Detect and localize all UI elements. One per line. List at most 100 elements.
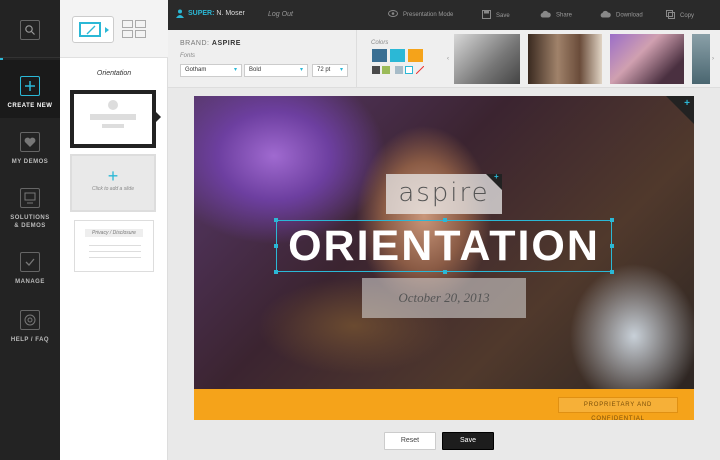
tool-label: Copy	[680, 13, 695, 20]
user-icon	[176, 9, 184, 18]
resize-handle[interactable]	[610, 270, 614, 274]
reset-button[interactable]: Reset	[384, 432, 436, 450]
resize-handle[interactable]	[443, 218, 447, 222]
font-size-value: 72 pt	[317, 67, 331, 73]
add-slide-button[interactable]: + Click to add a slide	[70, 154, 156, 212]
brand-bar: BRAND: ASPIRE Fonts Gotham ▾ Bold ▾ 72 pt ▾…	[168, 30, 720, 88]
top-bar: SUPER: N. Moser Log Out Presentation Mod…	[168, 0, 720, 30]
add-slide-label: Click to add a slide	[92, 186, 134, 192]
cloud-icon	[540, 10, 551, 20]
brand-text-box[interactable]: aspire	[386, 174, 502, 214]
logout-link[interactable]: Log Out	[268, 11, 293, 18]
heart-icon	[20, 132, 40, 152]
save-button[interactable]: Save	[442, 432, 494, 450]
colors-label: Colors	[371, 40, 389, 46]
photo-thumb[interactable]	[610, 34, 684, 84]
copy-icon	[666, 10, 675, 21]
user-info: SUPER: N. Moser	[188, 10, 245, 17]
add-element-icon[interactable]: +	[684, 98, 690, 109]
slide-caption: Orientation	[96, 70, 132, 77]
divider	[356, 30, 357, 88]
confidential-label[interactable]: PROPRIETARY AND CONFIDENTIAL	[558, 397, 678, 420]
brand-label: BRAND: ASPIRE	[180, 40, 241, 47]
slide-footer: PROPRIETARY AND CONFIDENTIAL	[194, 389, 694, 420]
photo-thumb[interactable]	[692, 34, 710, 84]
fonts-label: Fonts	[180, 53, 196, 59]
nav-item-help-faq[interactable]: HELP / FAQ	[0, 310, 60, 344]
resize-handle[interactable]	[274, 218, 278, 222]
user-role: SUPER:	[188, 10, 215, 17]
no-color-icon[interactable]	[416, 66, 424, 74]
color-swatch-selected[interactable]	[405, 66, 413, 74]
nav-item-create-new[interactable]: CREATE NEW	[0, 60, 60, 118]
nav-label: CREATE NEW	[7, 103, 53, 109]
brand-prefix: BRAND:	[180, 40, 210, 47]
save-tool-button[interactable]: Save	[482, 10, 510, 21]
layout-single-button[interactable]	[72, 16, 114, 43]
layout-grid-button[interactable]	[122, 20, 146, 38]
resize-handle[interactable]	[274, 244, 278, 248]
copy-tool-button[interactable]: Copy	[666, 10, 694, 21]
cloud-download-icon	[600, 10, 611, 20]
nav-label: MANAGE	[15, 279, 45, 285]
nav-label: MY DEMOS	[11, 159, 49, 165]
chevron-down-icon: ▾	[233, 67, 237, 73]
resize-handle[interactable]	[443, 270, 447, 274]
chevron-right-icon[interactable]: ›	[712, 56, 714, 62]
chevron-left-icon[interactable]: ‹	[447, 56, 449, 62]
main-nav: CREATE NEW MY DEMOS SOLUTIONS & DEMOS MA…	[0, 0, 66, 460]
font-family-select[interactable]: Gotham ▾	[180, 64, 242, 77]
chevron-down-icon: ▾	[299, 67, 303, 73]
edit-icon	[79, 22, 101, 37]
nav-label: HELP / FAQ	[10, 337, 50, 343]
tool-label: Share	[556, 12, 573, 19]
brand-name: ASPIRE	[211, 40, 241, 47]
slide-thumbnail-active[interactable]	[70, 90, 156, 148]
share-tool-button[interactable]: Share	[540, 10, 572, 20]
font-weight-select[interactable]: Bold ▾	[244, 64, 308, 77]
font-size-select[interactable]: 72 pt ▾	[312, 64, 348, 77]
disclosure-label: Privacy / Disclosure	[85, 229, 143, 237]
chevron-down-icon: ▾	[339, 67, 343, 73]
check-icon	[20, 252, 40, 272]
nav-item-my-demos[interactable]: MY DEMOS	[0, 132, 60, 166]
color-swatch[interactable]	[372, 49, 387, 62]
search-icon	[20, 20, 40, 40]
slide-date[interactable]: October 20, 2013	[362, 278, 526, 318]
caret-right-icon	[105, 27, 109, 33]
nav-search-button[interactable]	[0, 0, 60, 58]
background-photo-strip: ‹ ›	[444, 34, 720, 84]
photo-thumb[interactable]	[454, 34, 520, 84]
nav-label: SOLUTIONS	[10, 215, 50, 221]
slide-panel: Orientation + Click to add a slide Priva…	[60, 0, 168, 460]
photo-thumb[interactable]	[528, 34, 602, 84]
user-name: N. Moser	[216, 10, 245, 17]
tool-label: Download	[616, 12, 643, 19]
presentation-mode-button[interactable]: Presentation Mode	[388, 10, 453, 19]
nav-item-solutions-demos[interactable]: SOLUTIONS & DEMOS	[0, 188, 60, 230]
selection-box	[274, 218, 614, 274]
add-element-icon[interactable]: +	[494, 172, 499, 181]
floppy-icon	[482, 10, 491, 21]
nav-label-line-2: & DEMOS	[14, 223, 46, 229]
slide-thumbnail-disclosure[interactable]: Privacy / Disclosure	[74, 220, 154, 272]
color-swatch[interactable]	[372, 66, 380, 74]
resize-handle[interactable]	[610, 244, 614, 248]
color-swatch[interactable]	[390, 49, 405, 62]
monitor-icon	[20, 188, 40, 208]
download-tool-button[interactable]: Download	[600, 10, 643, 20]
tool-label: Presentation Mode	[403, 12, 454, 19]
active-slide-pointer	[156, 112, 161, 122]
tool-label: Save	[496, 13, 510, 20]
color-swatch[interactable]	[395, 66, 403, 74]
nav-item-manage[interactable]: MANAGE	[0, 252, 60, 286]
color-swatch[interactable]	[382, 66, 390, 74]
eye-icon	[388, 10, 398, 19]
add-icon: +	[107, 166, 119, 186]
resize-handle[interactable]	[274, 270, 278, 274]
color-swatch[interactable]	[408, 49, 423, 62]
font-weight-value: Bold	[249, 67, 262, 73]
resize-handle[interactable]	[610, 218, 614, 222]
lifebuoy-icon	[20, 310, 40, 330]
slide-canvas[interactable]: + aspire + ORIENTATION October 20, 2013 …	[194, 96, 694, 420]
